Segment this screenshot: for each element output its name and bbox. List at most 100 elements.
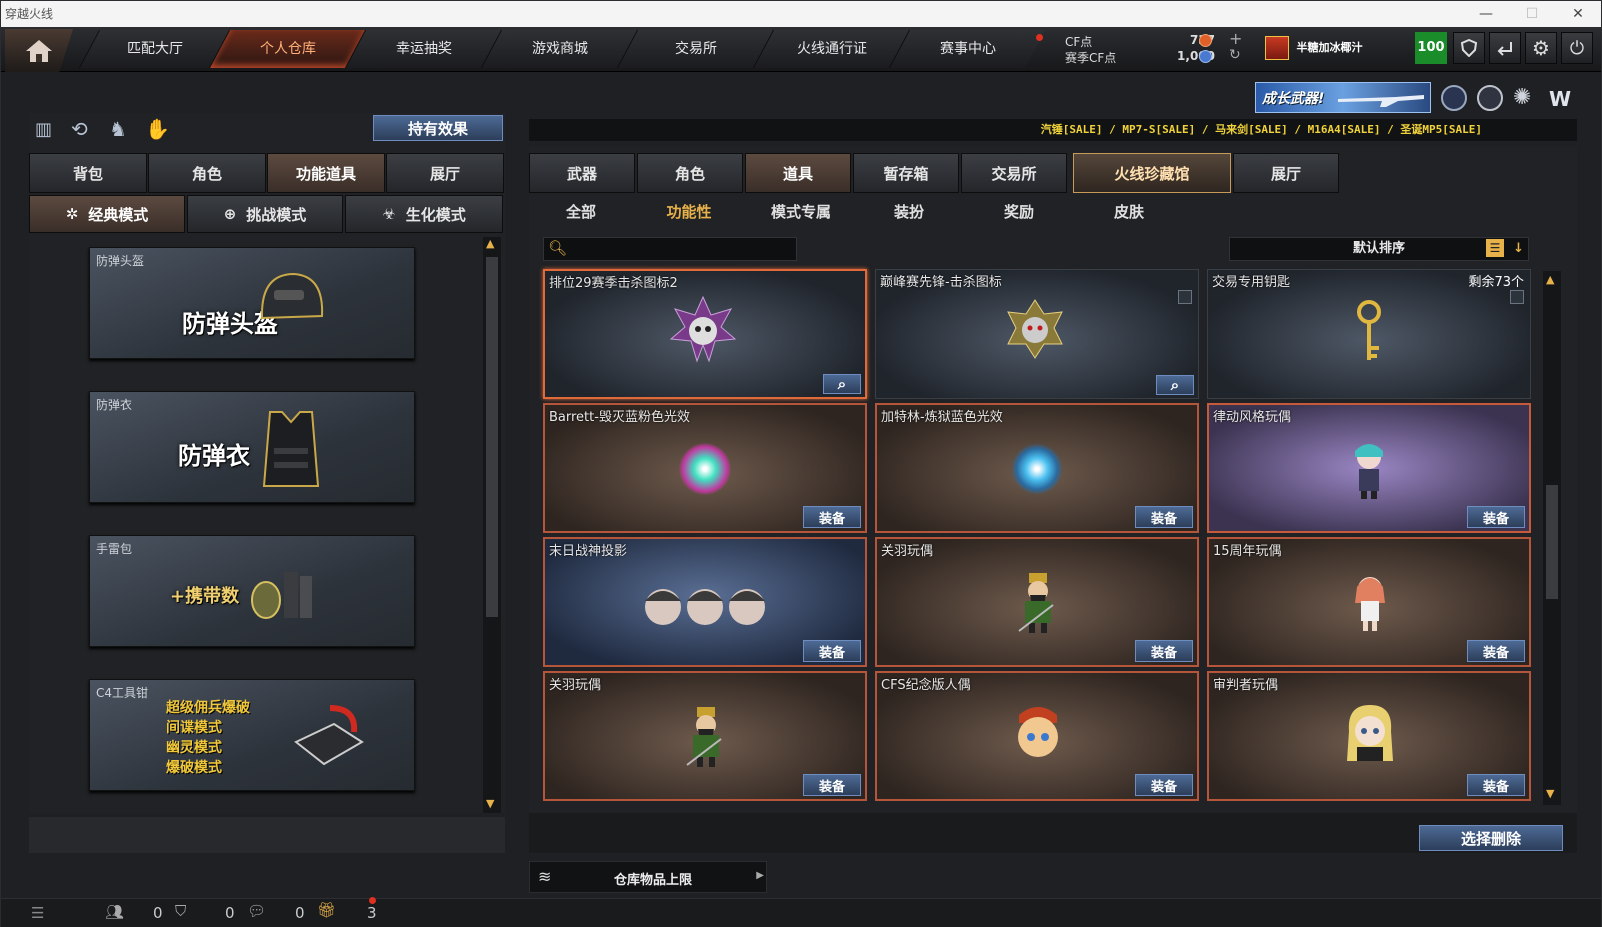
item-card[interactable]: 加特林-炼狱蓝色光效 装备 [875, 403, 1199, 533]
scroll-up-icon[interactable]: ▲ [486, 237, 494, 250]
subtab-mode-exclusive[interactable]: 模式专属 [749, 197, 853, 227]
close-button[interactable]: ✕ [1555, 1, 1601, 27]
scroll-down-icon[interactable]: ▼ [1546, 787, 1554, 800]
rank-panel[interactable]: 半糖加冰椰汁 [1265, 34, 1405, 62]
right-tab-weapons[interactable]: 武器 [529, 153, 635, 193]
equip-button[interactable]: 装备 [803, 774, 861, 796]
item-card[interactable]: CFS纪念版人偶 装备 [875, 671, 1199, 801]
equip-button[interactable]: 装备 [1135, 506, 1193, 528]
subtab-outfit[interactable]: 装扮 [857, 197, 961, 227]
nav-tab-match-lobby[interactable]: 匹配大厅 [78, 30, 230, 68]
right-tab-temp-box[interactable]: 暂存箱 [853, 153, 959, 193]
item-vest[interactable]: 防弹衣 防弹衣 [89, 391, 415, 503]
nav-tab-lucky-draw[interactable]: 幸运抽奖 [344, 30, 502, 68]
trash-icon[interactable] [1510, 290, 1524, 304]
list-icon[interactable]: ☰ [1486, 239, 1504, 257]
equip-button[interactable]: 装备 [1467, 774, 1525, 796]
item-card[interactable]: Barrett-毁灭蓝粉色光效 装备 [543, 403, 867, 533]
item-c4-tool[interactable]: C4工具钳 超级佣兵爆破 间谍模式 幽灵模式 爆破模式 [89, 679, 415, 791]
item-helmet[interactable]: 防弹头盔 防弹头盔 [89, 247, 415, 359]
nav-tab-warehouse[interactable]: 个人仓库 [208, 30, 366, 68]
equip-button[interactable]: 装备 [1467, 640, 1525, 662]
zoom-button[interactable]: ⌕ [1156, 375, 1194, 395]
item-card[interactable]: 末日战神投影 装备 [543, 537, 867, 667]
hold-effects-button[interactable]: 持有效果 [373, 115, 503, 141]
item-card[interactable]: 15周年玩偶 装备 [1207, 537, 1531, 667]
mode-challenge[interactable]: ⊕ 挑战模式 [187, 195, 343, 233]
equip-button[interactable]: 装备 [1135, 774, 1193, 796]
friends-icon[interactable]: 👥︎ [105, 903, 124, 921]
maximize-button[interactable]: ☐ [1509, 1, 1555, 27]
mode-classic[interactable]: ✲ 经典模式 [29, 195, 185, 233]
refresh-icon[interactable]: ↻ [1229, 47, 1241, 63]
item-card[interactable]: 关羽玩偶 装备 [875, 537, 1199, 667]
left-scrollbar[interactable]: ▲ ▼ [483, 237, 501, 813]
right-tab-collection[interactable]: 火线珍藏馆 [1073, 153, 1231, 193]
hand-icon[interactable]: ✋ [145, 117, 170, 141]
star-emblem-icon[interactable]: ✺ [1513, 85, 1539, 111]
expand-icon[interactable]: ▶ [756, 870, 764, 881]
scroll-down-icon[interactable]: ▼ [486, 797, 494, 810]
item-card[interactable]: 审判者玩偶 装备 [1207, 671, 1531, 801]
clan-icon[interactable]: ⛉ [175, 902, 186, 920]
sort-arrow-icon[interactable]: ↓ [1513, 238, 1524, 260]
equip-button[interactable]: 装备 [1135, 640, 1193, 662]
promo-banner[interactable]: 成长武器! [1255, 82, 1431, 113]
zoom-button[interactable]: ⌕ [823, 374, 861, 394]
vip-emblem-icon[interactable] [1441, 85, 1467, 111]
item-card[interactable]: 交易专用钥匙 剩余73个 [1207, 269, 1531, 399]
storage-capacity-bar[interactable]: ≋ 仓库物品上限 ▶ [529, 861, 767, 893]
chat-icon[interactable]: 💬︎ [247, 902, 266, 920]
item-grenade-pack[interactable]: 手雷包 +携带数 [89, 535, 415, 647]
search-field[interactable]: 🔍︎ [543, 237, 797, 261]
right-tab-items[interactable]: 道具 [745, 153, 851, 193]
shield-button[interactable] [1453, 32, 1485, 64]
search-input[interactable] [570, 240, 790, 258]
left-tab-function-items[interactable]: 功能道具 [267, 153, 385, 193]
item-card[interactable]: 律动风格玩偶 装备 [1207, 403, 1531, 533]
left-tab-showroom[interactable]: 展厅 [386, 153, 504, 193]
item-card[interactable]: 关羽玩偶 装备 [543, 671, 867, 801]
globe-emblem-icon[interactable] [1477, 85, 1503, 111]
right-tab-character[interactable]: 角色 [637, 153, 743, 193]
scroll-thumb[interactable] [486, 257, 498, 617]
right-tab-showroom[interactable]: 展厅 [1233, 153, 1339, 193]
level-badge[interactable]: 100 [1415, 32, 1447, 64]
settings-button[interactable]: ⚙ [1525, 32, 1557, 64]
left-tab-character[interactable]: 角色 [148, 153, 266, 193]
scroll-up-icon[interactable]: ▲ [1546, 273, 1554, 286]
gift-icon[interactable]: 🎁︎ [317, 901, 336, 919]
magnifier-icon: ⌕ [1170, 376, 1180, 394]
return-button[interactable] [1489, 32, 1521, 64]
equip-button[interactable]: 装备 [803, 640, 861, 662]
select-delete-button[interactable]: 选择删除 [1419, 825, 1563, 851]
left-tab-backpack[interactable]: 背包 [29, 153, 147, 193]
trash-icon[interactable] [1178, 290, 1192, 304]
equip-button[interactable]: 装备 [1467, 506, 1525, 528]
stats-icon[interactable]: ▥ [35, 119, 52, 140]
equip-button[interactable]: 装备 [803, 506, 861, 528]
w-logo-icon[interactable]: W [1549, 87, 1571, 111]
item-name: 巅峰赛先锋-击杀图标 [880, 275, 1002, 290]
minimize-button[interactable]: — [1463, 1, 1509, 27]
right-tab-exchange[interactable]: 交易所 [961, 153, 1067, 193]
scroll-thumb[interactable] [1546, 485, 1558, 599]
rotate-icon[interactable]: ⟲ [71, 117, 88, 141]
subtab-skins[interactable]: 皮肤 [1077, 197, 1181, 227]
power-button[interactable]: ⏻ [1561, 32, 1593, 64]
subtab-rewards[interactable]: 奖励 [967, 197, 1071, 227]
nav-tab-exchange[interactable]: 交易所 [616, 30, 774, 68]
subtab-functional[interactable]: 功能性 [637, 197, 741, 227]
mode-biochem[interactable]: ☣ 生化模式 [345, 195, 503, 233]
character-icon[interactable]: ♞ [109, 117, 127, 141]
item-card[interactable]: 巅峰赛先锋-击杀图标 ⌕ [875, 269, 1199, 399]
add-cf-icon[interactable]: + [1229, 29, 1242, 48]
item-card[interactable]: 排位29赛季击杀图标2 ⌕ [543, 269, 867, 399]
nav-tab-tournament[interactable]: 赛事中心 [888, 30, 1046, 68]
grid-scrollbar[interactable]: ▲ ▼ [1543, 271, 1561, 805]
sort-dropdown[interactable]: 默认排序 ☰ ↓ [1229, 237, 1529, 261]
subtab-all[interactable]: 全部 [529, 197, 633, 227]
nav-tab-shop[interactable]: 游戏商城 [480, 30, 638, 68]
nav-tab-battle-pass[interactable]: 火线通行证 [752, 30, 910, 68]
menu-icon[interactable]: ☰ [31, 904, 44, 922]
